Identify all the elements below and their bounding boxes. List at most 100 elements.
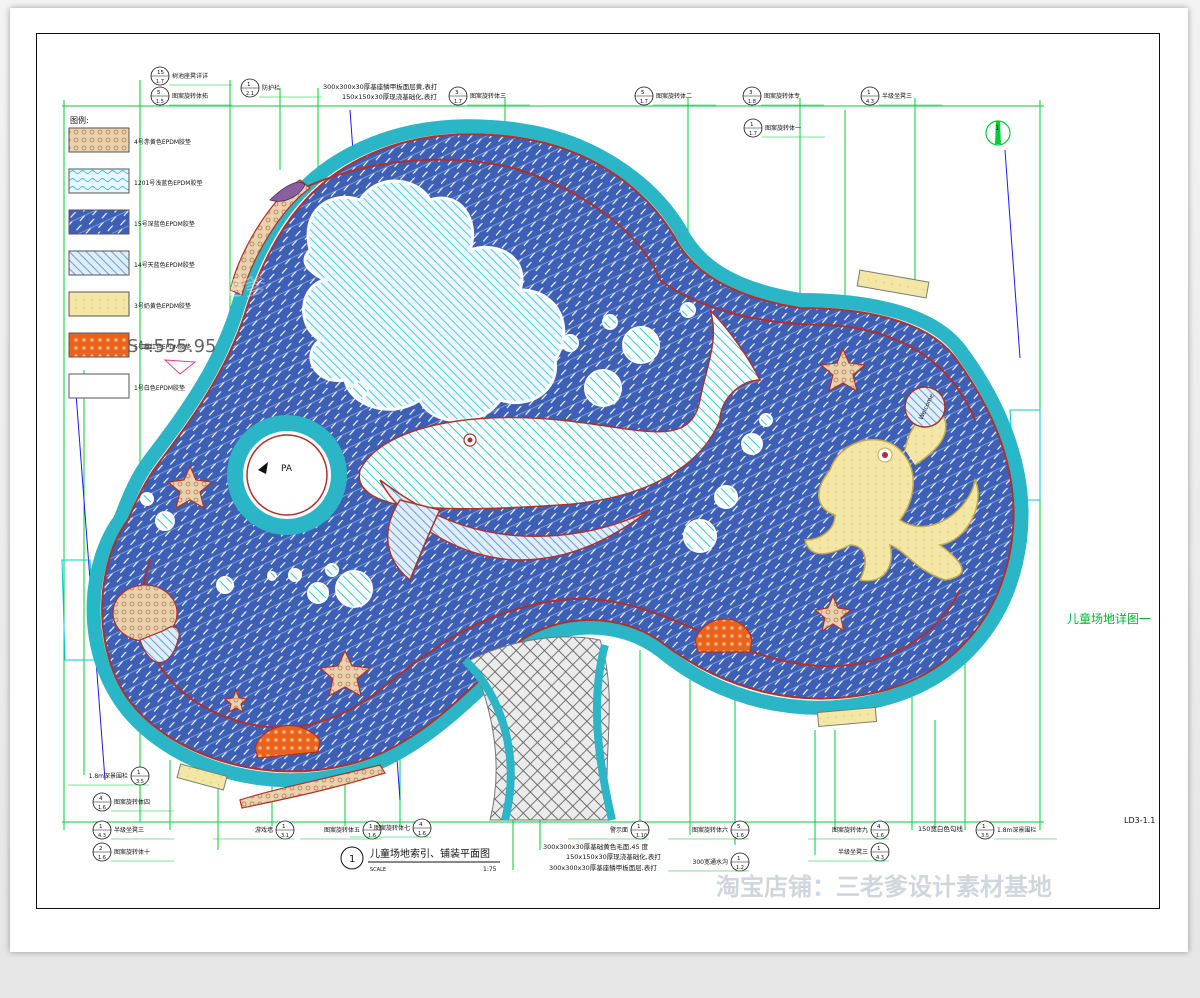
callout-label: 图案旋转体二 (656, 92, 692, 100)
callout: 1 4.3 半级坐凳三 (92, 820, 174, 840)
callout-note: 150宽白色勾线 (918, 824, 963, 833)
legend-swatch (68, 168, 130, 194)
callout-ref: 15 (157, 70, 164, 76)
pa-label: PA (281, 464, 293, 474)
callout-label: 图案旋转体七 (374, 824, 410, 832)
callout-ref: 3 (749, 90, 753, 96)
callout-label: 图案旋转体九 (832, 826, 868, 834)
callout: 1 2.1 防护栏 (240, 78, 322, 98)
legend-item: 14号天蓝色EPDM胶垫 (68, 250, 195, 276)
callout-ref: 1 (137, 770, 141, 776)
watermark-brand: 三老爹 (962, 272, 1040, 302)
callout-ref: 4 (99, 796, 103, 802)
callout-ref: 3 (455, 90, 459, 96)
title-text: 儿童场地索引、铺装平面图 (370, 847, 490, 860)
callout-sheet: 1.7 (156, 79, 164, 85)
callout-label: 树池座凳详详 (172, 72, 208, 80)
callout: 1 1.7 图案旋转体一 (743, 118, 825, 138)
callout-ref: 1 (750, 122, 754, 128)
callout-sheet: 1.10 (636, 833, 647, 839)
callout-sheet: 1.2 (736, 865, 744, 871)
callout: 4 1.6 图案旋转体九 (808, 820, 890, 840)
callout-sheet: 4.3 (98, 833, 106, 839)
callout-label: 半级坐凳三 (882, 92, 912, 100)
callout-sheet: 1.7 (454, 99, 462, 105)
callout-label: 图案旋转体五 (324, 826, 360, 834)
legend-items: 4号赤黄色EPDM胶垫 1201号浅蓝色EPDM胶垫 15号深蓝色EPDM胶垫 14号… (68, 127, 202, 399)
callout-label: 图案旋转体六 (692, 826, 728, 834)
legend-label: 1201号浅蓝色EPDM胶垫 (134, 179, 202, 187)
side-title: 儿童场地详图一 (1067, 611, 1151, 626)
callout-label: 图案旋转体专 (764, 92, 800, 100)
callout-ref: 5 (737, 824, 741, 830)
callout-label: 图案旋转体拓 (172, 92, 208, 100)
callout-label: 图案旋转体十 (114, 848, 150, 856)
callout-label: 防护栏 (262, 84, 280, 92)
legend-swatch (68, 127, 130, 153)
callout-sheet: 2.1 (246, 91, 254, 97)
callout: 1 1.2 300宽通水沟 (668, 852, 750, 872)
callout-note: 150x150x30厚现浇基础化,表打 (342, 92, 437, 101)
callout-label: 半级坐凳三 (838, 848, 868, 856)
callout: 1 1.10 警示面 (568, 820, 650, 840)
callout-ref: 1 (982, 824, 986, 830)
sheet-code: LD3-1.1 (1124, 816, 1155, 825)
legend-item: 1号白色EPDM胶垫 (68, 373, 185, 399)
title-number: 1 (349, 854, 355, 865)
callout-label: 1.8m深景围栏 (997, 826, 1036, 834)
callout: 5 1.6 图案旋转体六 (668, 820, 750, 840)
callout-note: 300x300x30厚基座鳞甲板面层黄,表打 (323, 82, 438, 91)
callout-ref: 1 (637, 824, 641, 830)
callout-label: 游戏墙 (255, 826, 273, 834)
callout-sheet: 1.7 (749, 131, 757, 137)
callout-ref: 5 (157, 90, 161, 96)
legend-label: 14号天蓝色EPDM胶垫 (134, 261, 195, 269)
callout-sheet: 1.7 (640, 99, 648, 105)
grey-pathway (469, 636, 611, 821)
callout: 5 1.5 图案旋转体拓 (150, 86, 232, 106)
callout-sheet: 4.3 (866, 99, 874, 105)
legend-swatch (68, 291, 130, 317)
callout: 5 1.7 图案旋转体二 (634, 86, 716, 106)
callout-sheet: 1.6 (368, 833, 376, 839)
legend-label: 4号赤黄色EPDM胶垫 (134, 138, 191, 146)
callout: 3 1.8 图案旋转体专 (742, 86, 824, 106)
callout: 4 1.6 图案旋转体四 (92, 792, 174, 812)
callout-sheet: 3.1 (281, 833, 289, 839)
legend-item: 3号奶黄色EPDM胶垫 (68, 291, 191, 317)
callout-sheet: 1.6 (736, 833, 744, 839)
scale-word: SCALE (370, 867, 386, 873)
legend: 图例: 4号赤黄色EPDM胶垫 1201号浅蓝色EPDM胶垫 15号深蓝色EPDM胶… (68, 115, 217, 399)
callout-ref: 4 (419, 822, 423, 828)
legend-swatch (68, 373, 130, 399)
callout-sheet: 3.5 (136, 779, 144, 785)
callout-ref: 5 (641, 90, 645, 96)
pa-ring: PA (227, 415, 347, 535)
legend-swatch (68, 209, 130, 235)
legend-overlay-text: S≒555.95 (127, 336, 217, 357)
legend-label: 15号深蓝色EPDM胶垫 (134, 220, 195, 228)
callout: 1 4.3 半级坐凳三 (808, 842, 890, 862)
callout-sheet: 4.3 (876, 855, 884, 861)
callout: 1 4.3 半级坐凳三 (860, 86, 942, 106)
callout: 15 1.7 树池座凳详详 (150, 66, 232, 86)
callout-label: 半级坐凳三 (114, 826, 144, 834)
callout-label: 300宽通水沟 (693, 858, 728, 866)
callout-sheet: 3.5 (981, 833, 989, 839)
callout-note: 150x150x30厚现浇基础化,表打 (566, 852, 661, 861)
callout: 1 3.5 1.8m深景围栏 (975, 820, 1057, 840)
legend-title: 图例: (70, 115, 89, 125)
callout-ref: 1 (867, 90, 871, 96)
scale-value: 1:75 (483, 866, 497, 873)
callout-ref: 4 (877, 824, 881, 830)
callout-ref: 1 (369, 824, 373, 830)
callout-sheet: 1.6 (418, 831, 426, 837)
callout-ref: 1 (282, 824, 286, 830)
north-arrow: 1 (985, 120, 1011, 146)
callout-label: 图案旋转体一 (765, 124, 801, 132)
callout: 1 1.6 图案旋转体五 (300, 820, 382, 840)
callout: 3 1.7 图案旋转体三 (448, 86, 530, 106)
callout-label: 警示面 (610, 826, 628, 834)
watermark-store: 淘宝店铺：三老爹设计素材基地 (716, 873, 1052, 901)
callout-label: 图案旋转体三 (470, 92, 506, 100)
